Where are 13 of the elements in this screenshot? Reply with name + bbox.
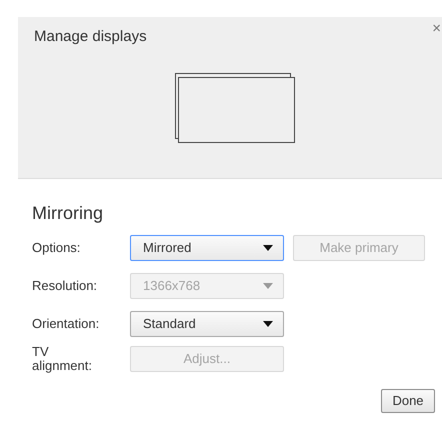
caret-icon	[263, 245, 273, 251]
dropdown[interactable]: Standard	[130, 311, 284, 337]
section-title: Mirroring	[32, 202, 104, 225]
field-label: Options:	[32, 241, 82, 255]
field-label: Orientation:	[32, 317, 100, 331]
field-label: Resolution:	[32, 279, 98, 293]
caret-icon	[263, 283, 273, 289]
done-button[interactable]: Done	[381, 389, 435, 413]
close-button[interactable]: ×	[432, 21, 441, 36]
caret-icon	[263, 321, 273, 327]
dropdown[interactable]: Mirrored	[130, 235, 284, 261]
window-title: Manage displays	[34, 27, 147, 47]
field-label: TV alignment:	[32, 345, 93, 373]
